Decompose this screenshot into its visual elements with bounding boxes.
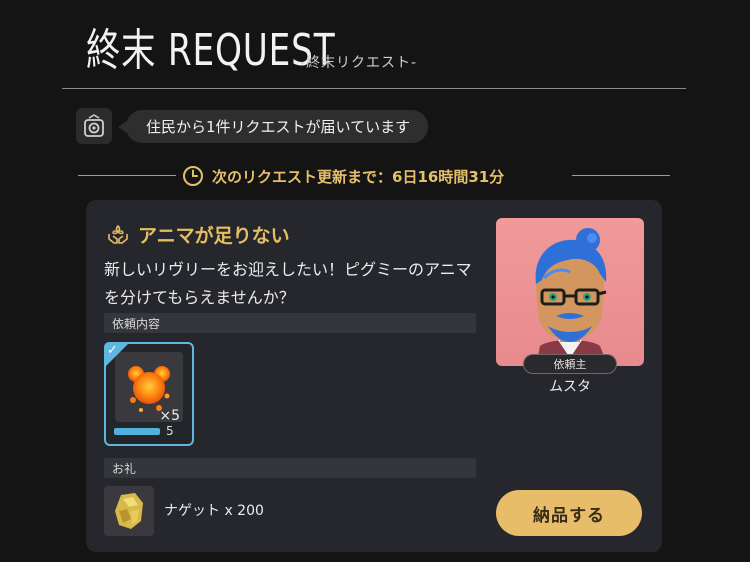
requester-tag: 依頼主 (523, 354, 617, 374)
requester-name: ムスタ (549, 379, 591, 395)
request-title: アニマが足りない (106, 220, 290, 248)
check-icon: ✓ (107, 343, 118, 358)
reward-text: ナゲット x 200 (164, 503, 264, 519)
request-content-header: 依頼内容 (104, 313, 476, 333)
resident-request-icon[interactable] (76, 108, 112, 144)
timer-divider-right (572, 175, 670, 176)
clock-icon (183, 166, 203, 186)
timer-divider-left (78, 175, 176, 176)
title-divider (62, 88, 686, 89)
deliver-button[interactable]: 納品する (496, 490, 642, 536)
request-card: アニマが足りない 新しいリヴリーをお迎えしたい！ピグミーのアニマを分けてもらえま… (86, 200, 662, 552)
notice-message: 住民から1件リクエストが届いています (117, 110, 429, 143)
timer-content: 次のリクエスト更新まで：6日16時間31分 (182, 163, 504, 189)
owned-progress-bar (114, 428, 160, 435)
timer-text: 次のリクエスト更新まで：6日16時間31分 (212, 167, 505, 186)
requester-portrait (496, 218, 644, 366)
requester-avatar (535, 228, 608, 366)
anima-hands-icon (108, 224, 128, 244)
request-description: 新しいリヴリーをお迎えしたい！ピグミーのアニマを分けてもらえませんか？ (104, 260, 472, 307)
nugget-icon (115, 493, 143, 529)
owned-quantity: 5 (166, 424, 174, 438)
reward-header: お礼 (104, 458, 476, 478)
required-item-card[interactable]: ✓ ×5 5 (104, 342, 194, 446)
request-title-text: アニマが足りない (138, 224, 290, 247)
page-subtitle: -終末リクエスト- (300, 55, 418, 71)
reward-thumbnail (104, 486, 154, 536)
required-quantity: ×5 (159, 408, 180, 424)
owned-progress-fill (114, 428, 160, 435)
page-title: 終末 REQUEST (86, 25, 336, 76)
request-refresh-timer: 次のリクエスト更新まで：6日16時間31分 (78, 163, 670, 189)
